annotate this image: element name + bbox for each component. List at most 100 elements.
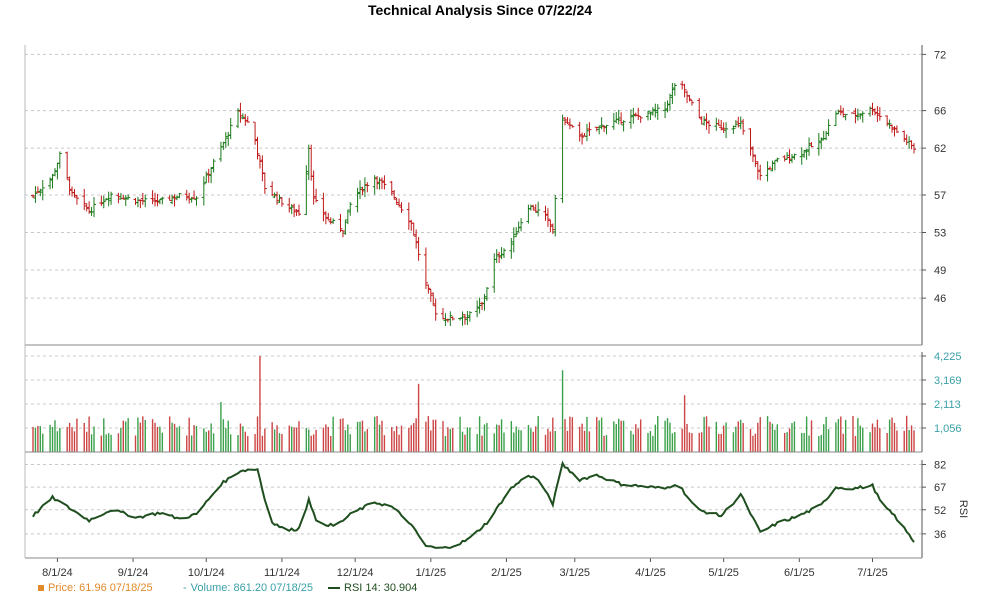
price-candle [116, 192, 121, 204]
price-candle [340, 230, 345, 238]
price-candle [653, 103, 658, 118]
price-candle [238, 102, 243, 123]
price-candle [155, 193, 160, 207]
price-candle [170, 194, 175, 205]
price-candle [807, 137, 812, 156]
price-candle [870, 102, 875, 116]
price-candle [536, 201, 541, 217]
price-candle [365, 182, 370, 193]
price-candle [543, 205, 548, 221]
price-candle [33, 186, 38, 203]
price-candle [714, 117, 719, 131]
price-candle [348, 202, 353, 216]
price-candle [816, 132, 821, 156]
price-candle [218, 141, 223, 162]
technical-analysis-chart: 8/1/24 9/1/24 10/1/24 11/1/24 12/1/24 1/1/25 2… [24, 45, 969, 579]
price-candle [689, 99, 694, 106]
rsi-tick-label: 82 [934, 460, 946, 472]
price-candle [502, 248, 507, 259]
price-candle [560, 114, 565, 203]
price-candle [748, 128, 753, 156]
price-candle [850, 112, 855, 114]
price-candle [99, 195, 104, 206]
price-candle [194, 196, 199, 206]
price-candle [892, 126, 897, 137]
x-tick-label: 1/1/25 [415, 567, 446, 579]
price-candle [587, 122, 592, 137]
price-candle [394, 197, 399, 205]
legend-rsi: RSI 14: 30.904 [328, 582, 417, 594]
price-candle [355, 187, 360, 213]
price-candle [738, 116, 743, 130]
price-candle [628, 109, 633, 129]
price-candle [123, 195, 128, 206]
price-legend-text: Price: 61.96 07/18/25 [48, 582, 153, 594]
price-candle [431, 292, 436, 306]
price-candle [721, 122, 726, 134]
price-candle [450, 316, 455, 321]
price-candle [377, 177, 382, 190]
rsi-legend-swatch [328, 587, 340, 590]
price-candle [533, 204, 538, 213]
price-candle [497, 251, 502, 263]
price-candle [223, 132, 228, 148]
price-candle [304, 165, 309, 215]
legend-volume: - Volume: 861.20 07/18/25 [183, 582, 313, 594]
price-candle [511, 227, 516, 253]
price-candle [448, 311, 453, 326]
price-candle [765, 161, 770, 182]
price-candle [894, 125, 899, 133]
price-candle [160, 196, 165, 205]
price-candle [802, 149, 807, 158]
price-candle [833, 111, 838, 126]
price-candle [379, 177, 384, 190]
price-candle [279, 197, 284, 207]
price-candle [52, 168, 57, 177]
price-candle [74, 194, 79, 205]
price-candle [885, 115, 890, 127]
price-candle [204, 171, 209, 184]
price-candle [580, 132, 585, 145]
price-candle [789, 154, 794, 163]
price-candle [484, 287, 489, 301]
volume-tick-label: 1,056 [934, 423, 962, 435]
price-candle [724, 122, 729, 139]
price-candle [875, 106, 880, 123]
price-candle [741, 119, 746, 135]
x-tick-label: 7/1/25 [857, 567, 888, 579]
price-candle [787, 149, 792, 164]
price-candle [211, 158, 216, 173]
rsi-legend-text: RSI 14: 30.904 [344, 582, 418, 594]
price-candle [772, 159, 777, 171]
volume-panel-grid [25, 355, 922, 429]
y-axes: 72 66 62 57 53 49 46 4,225 3,169 2,113 1,056 82 67 52… [24, 45, 969, 559]
price-candle [428, 288, 433, 302]
price-candle [645, 110, 650, 121]
rsi-line [32, 460, 915, 549]
price-tick-label: 57 [934, 190, 946, 202]
x-tick-label: 11/1/24 [264, 567, 300, 579]
price-candle [201, 176, 206, 206]
price-candle [475, 300, 480, 318]
price-candle [260, 155, 265, 182]
price-candle [314, 188, 319, 203]
price-candle [477, 297, 482, 314]
price-tick-label: 62 [934, 143, 946, 155]
price-candle [824, 130, 829, 141]
price-candle [577, 121, 582, 142]
price-candle [667, 93, 672, 111]
price-candle [226, 131, 231, 147]
price-candle [92, 197, 97, 217]
x-tick-label: 6/1/25 [784, 567, 815, 579]
price-candle [621, 120, 626, 132]
price-candle [584, 123, 589, 142]
price-candle [604, 124, 609, 135]
price-candle [411, 222, 416, 236]
price-candle [685, 90, 690, 104]
price-candle [460, 311, 465, 326]
price-candle [650, 107, 655, 116]
price-candle [262, 172, 267, 194]
price-candle [157, 198, 162, 205]
price-candle [65, 151, 70, 180]
price-candle [409, 219, 414, 231]
